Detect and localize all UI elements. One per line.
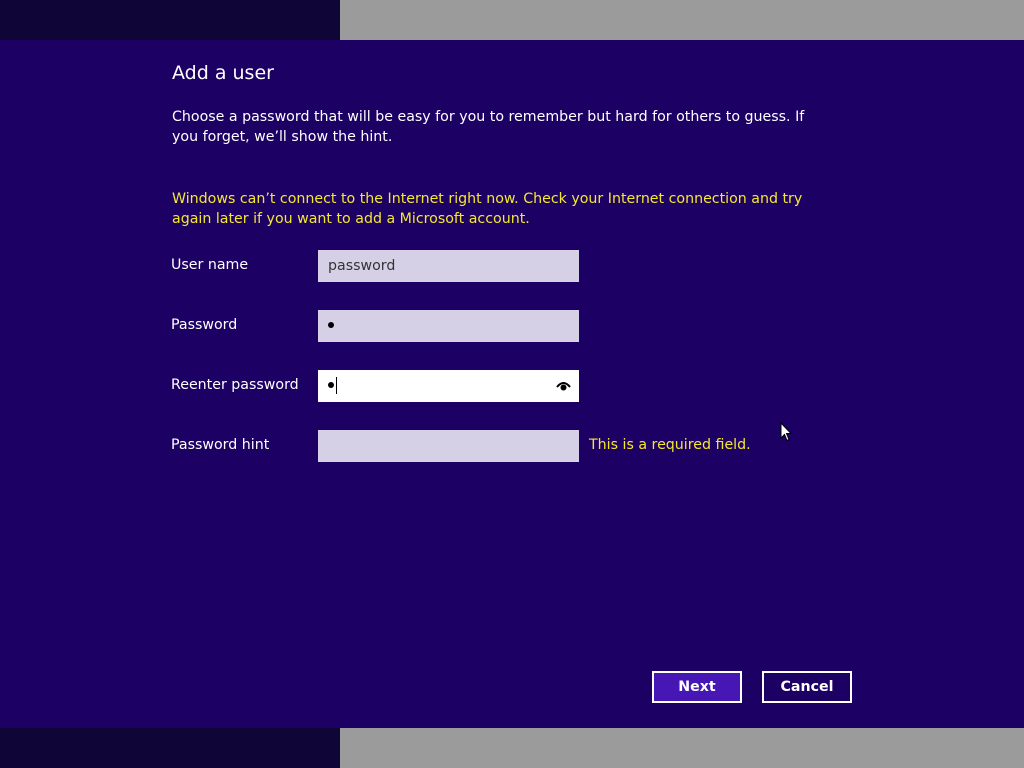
password-label: Password <box>171 317 238 333</box>
password-mask-dot <box>328 322 334 328</box>
reenter-password-label: Reenter password <box>171 377 299 393</box>
password-hint-label: Password hint <box>171 437 270 453</box>
background-top-left <box>0 0 340 40</box>
mouse-pointer-icon <box>780 422 792 442</box>
reenter-password-mask-dot <box>328 382 334 388</box>
username-field[interactable]: password <box>318 250 579 282</box>
add-user-dialog: Add a user Choose a password that will b… <box>0 40 1024 728</box>
username-value: password <box>328 258 396 274</box>
instructions-text: Choose a password that will be easy for … <box>172 109 805 145</box>
background-bottom-left <box>0 728 340 768</box>
password-field[interactable] <box>318 310 579 342</box>
next-button[interactable]: Next <box>652 671 742 703</box>
cancel-button[interactable]: Cancel <box>762 671 852 703</box>
internet-warning-text: Windows can’t connect to the Internet ri… <box>172 191 803 227</box>
reenter-password-field[interactable] <box>318 370 579 402</box>
eye-icon[interactable] <box>556 380 571 392</box>
dialog-title: Add a user <box>172 62 274 84</box>
text-caret <box>336 376 337 394</box>
username-label: User name <box>171 257 249 273</box>
required-field-error: This is a required field. <box>589 437 751 453</box>
background-top-right <box>340 0 1024 40</box>
password-hint-field[interactable] <box>318 430 579 462</box>
background-bottom-right <box>340 728 1024 768</box>
